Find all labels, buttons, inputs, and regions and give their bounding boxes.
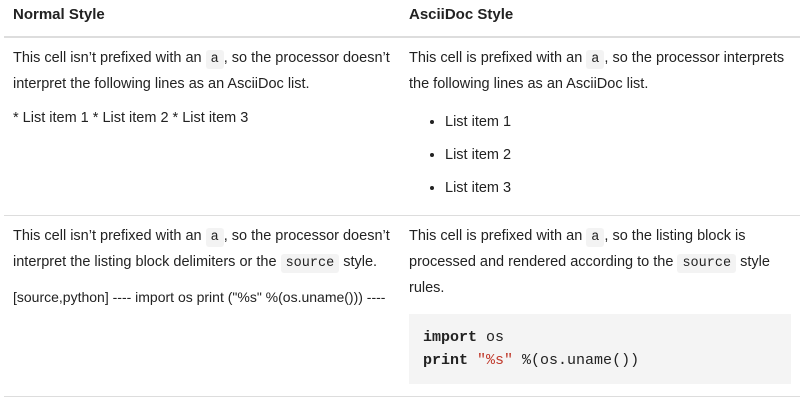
cell-description: This cell isn’t prefixed with an a, so t…: [13, 228, 390, 273]
inline-code: a: [586, 228, 605, 247]
cell-normal-listing: This cell isn’t prefixed with an a, so t…: [4, 215, 400, 397]
cell-description: This cell isn’t prefixed with an a, so t…: [13, 50, 390, 92]
inline-code: source: [280, 254, 340, 273]
cell-description: This cell is prefixed with an a, so the …: [409, 50, 785, 92]
code-string: "%s": [477, 352, 514, 369]
cell-normal-list: This cell isn’t prefixed with an a, so t…: [4, 37, 400, 216]
bullet-list: List item 1 List item 2 List item 3: [409, 106, 791, 205]
cell-description: This cell is prefixed with an a, so the …: [409, 228, 770, 296]
inline-code: a: [205, 228, 224, 247]
header-asciidoc-style: AsciiDoc Style: [400, 0, 800, 38]
list-item: List item 2: [445, 139, 791, 172]
code-listing-block: import os print "%s" %(os.uname()): [409, 314, 791, 384]
inline-code: source: [677, 254, 737, 273]
cell-asciidoc-list: This cell is prefixed with an a, so the …: [400, 37, 800, 216]
code-keyword: print: [423, 352, 469, 369]
code-keyword: import: [423, 329, 478, 346]
header-normal-style: Normal Style: [4, 0, 400, 38]
inline-code: a: [586, 50, 605, 69]
list-item: List item 3: [445, 172, 791, 205]
style-comparison-table: Normal Style AsciiDoc Style This cell is…: [4, 0, 800, 397]
raw-listing-text: [source,python] ---- import os print ("%…: [13, 289, 386, 305]
table-row: This cell isn’t prefixed with an a, so t…: [4, 215, 800, 397]
cell-asciidoc-listing: This cell is prefixed with an a, so the …: [400, 215, 800, 397]
raw-list-text: * List item 1 * List item 2 * List item …: [13, 110, 249, 126]
table-row: This cell isn’t prefixed with an a, so t…: [4, 37, 800, 216]
inline-code: a: [205, 50, 224, 69]
header-row: Normal Style AsciiDoc Style: [4, 0, 800, 38]
list-item: List item 1: [445, 106, 791, 139]
